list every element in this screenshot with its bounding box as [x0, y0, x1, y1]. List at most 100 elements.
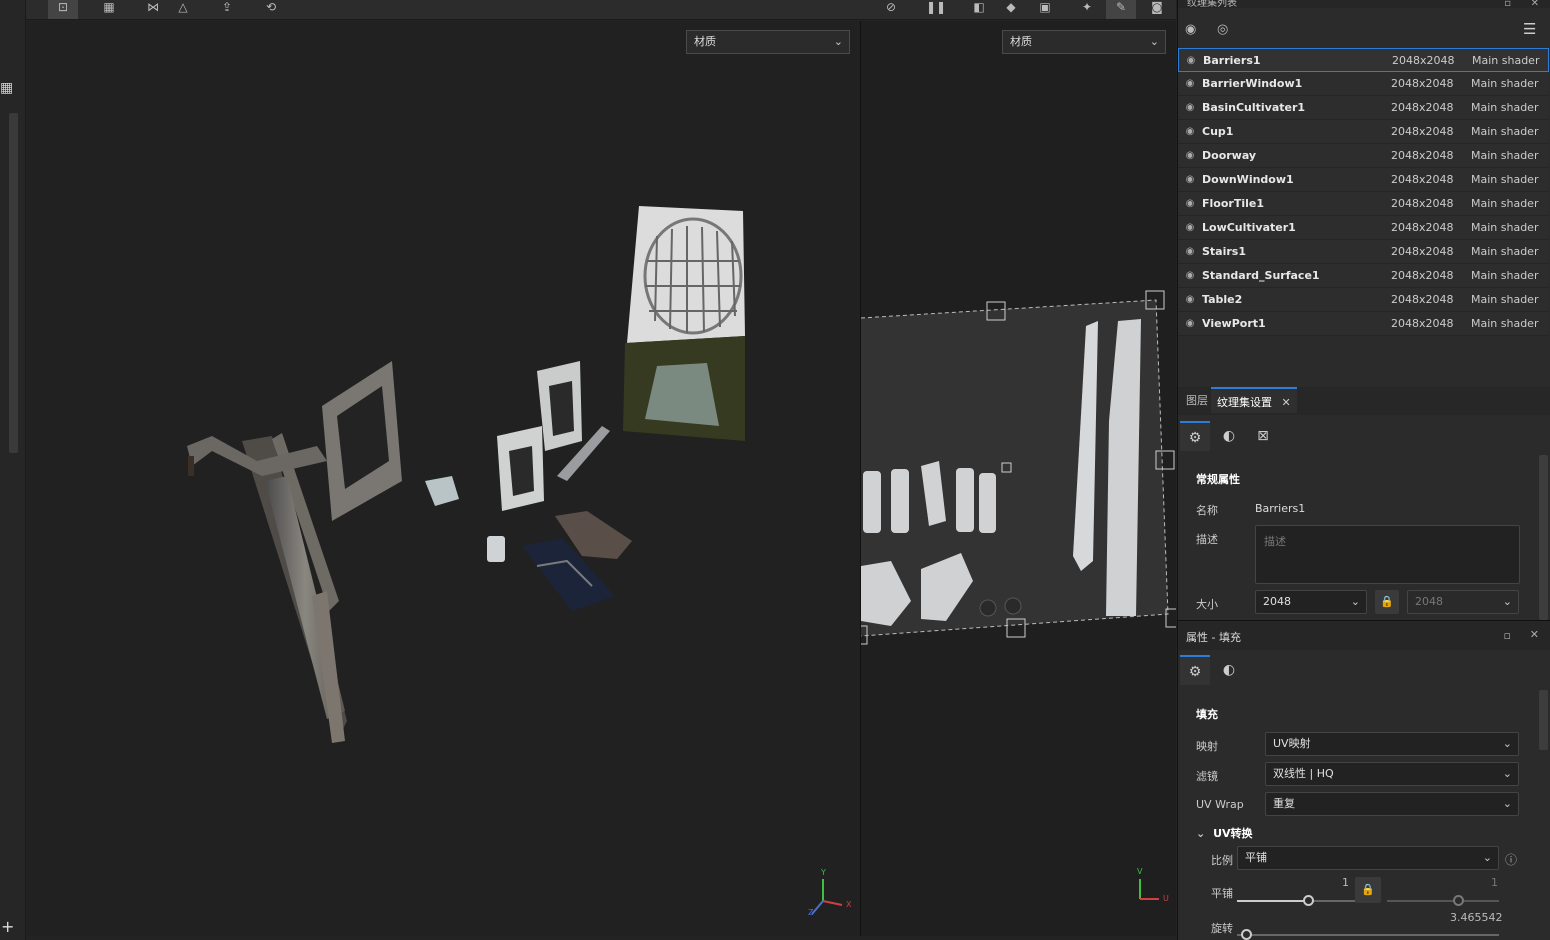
eye-icon[interactable]: ◎ — [1217, 22, 1228, 37]
triangle-icon[interactable]: △ — [168, 0, 198, 19]
eye-icon[interactable]: ◉ — [1183, 317, 1197, 331]
tab-texture-set-settings[interactable]: 纹理集设置 ✕ — [1211, 387, 1297, 413]
tile-slider-handle[interactable] — [1303, 895, 1314, 906]
settings-icon[interactable]: ⚙ — [1180, 655, 1210, 685]
texture-set-shader[interactable]: Main shader — [1472, 49, 1539, 72]
texture-set-row[interactable]: ◉ Cup1 2048x2048 Main shader — [1178, 120, 1549, 144]
texture-set-row[interactable]: ◉ ViewPort1 2048x2048 Main shader — [1178, 312, 1549, 336]
bake-icon[interactable]: ✦ — [1072, 0, 1102, 19]
hide-icon[interactable]: ⊘ — [876, 0, 906, 19]
history-icon[interactable]: ⟲ — [256, 0, 286, 19]
tab-layers[interactable]: 图层 — [1180, 387, 1214, 413]
select-tool-icon[interactable]: ⊡ — [48, 0, 78, 19]
shader-icon[interactable]: ◐ — [1214, 655, 1244, 685]
texture-set-shader[interactable]: Main shader — [1471, 288, 1538, 311]
eye-icon[interactable]: ◉ — [1183, 173, 1197, 187]
eye-icon[interactable]: ◉ — [1183, 245, 1197, 259]
axis-v-label: V — [1137, 867, 1143, 876]
lock-icon[interactable]: 🔒 — [1355, 877, 1381, 903]
chevron-down-icon: ⌄ — [1502, 767, 1512, 780]
texture-set-row[interactable]: ◉ FloorTile1 2048x2048 Main shader — [1178, 192, 1549, 216]
uv-icon[interactable]: ⊠ — [1248, 421, 1278, 451]
texture-set-shader[interactable]: Main shader — [1471, 312, 1538, 335]
properties-title: 属性 - 填充 — [1186, 631, 1241, 644]
rotation-slider-handle[interactable] — [1241, 929, 1252, 940]
viewport-3d[interactable]: 材质 ⌄ Y X Z — [27, 21, 860, 936]
eye-icon[interactable]: ◉ — [1183, 149, 1197, 163]
size-select-value: 2048 — [1263, 595, 1291, 608]
scale-select[interactable]: 平铺 ⌄ — [1237, 846, 1499, 870]
mapping-select[interactable]: UV映射 ⌄ — [1265, 732, 1519, 756]
texture-set-row[interactable]: ◉ Stairs1 2048x2048 Main shader — [1178, 240, 1549, 264]
texture-set-row[interactable]: ◉ Standard_Surface1 2048x2048 Main shader — [1178, 264, 1549, 288]
filter-select[interactable]: 双线性 | HQ ⌄ — [1265, 762, 1519, 786]
screenshot-icon[interactable]: ◙ — [1142, 0, 1172, 19]
eye-icon[interactable]: ◉ — [1184, 54, 1198, 68]
texture-set-row[interactable]: ◉ Table2 2048x2048 Main shader — [1178, 288, 1549, 312]
texture-set-shader[interactable]: Main shader — [1471, 264, 1538, 287]
camera-mode-icon[interactable]: ◧ — [964, 0, 994, 19]
texture-set-row[interactable]: ◉ DownWindow1 2048x2048 Main shader — [1178, 168, 1549, 192]
texture-set-row[interactable]: ◉ BasinCultivater1 2048x2048 Main shader — [1178, 96, 1549, 120]
pause-icon[interactable]: ❚❚ — [921, 0, 951, 19]
export-icon[interactable]: ⇪ — [212, 0, 242, 19]
maximize-icon[interactable]: ▫ — [1504, 629, 1511, 642]
eye-settings-icon[interactable]: ◉ — [1185, 22, 1196, 37]
name-value[interactable]: Barriers1 — [1255, 502, 1305, 515]
close-tab-icon[interactable]: ✕ — [1282, 396, 1291, 409]
rotation-value: 3.465542 — [1450, 911, 1503, 924]
texture-set-size: 2048x2048 — [1392, 54, 1455, 67]
properties-scrollbar[interactable] — [1539, 690, 1548, 750]
uv-transform-header[interactable]: ⌄ UV转换 — [1196, 825, 1253, 841]
rotation-slider-track[interactable] — [1237, 934, 1499, 936]
list-menu-icon[interactable]: ☰ — [1523, 20, 1536, 38]
uvwrap-select-value: 重复 — [1273, 797, 1295, 810]
texture-set-shader[interactable]: Main shader — [1471, 192, 1538, 215]
texture-set-shader[interactable]: Main shader — [1471, 216, 1538, 239]
chevron-down-icon: ⌄ — [1350, 595, 1360, 608]
texture-set-name: BarrierWindow1 — [1202, 77, 1303, 90]
texture-set-shader[interactable]: Main shader — [1471, 72, 1538, 95]
eye-icon[interactable]: ◉ — [1183, 221, 1197, 235]
settings-scrollbar[interactable] — [1539, 455, 1548, 620]
texture-set-shader[interactable]: Main shader — [1471, 240, 1538, 263]
texture-set-row[interactable]: ◉ BarrierWindow1 2048x2048 Main shader — [1178, 72, 1549, 96]
texture-set-shader[interactable]: Main shader — [1471, 168, 1538, 191]
texture-set-size: 2048x2048 — [1391, 293, 1454, 306]
close-icon[interactable]: ✕ — [1530, 628, 1539, 641]
left-scrollbar[interactable] — [9, 113, 18, 453]
shader-icon[interactable]: ◐ — [1214, 421, 1244, 451]
scene-models — [187, 206, 843, 915]
texture-set-shader[interactable]: Main shader — [1471, 120, 1538, 143]
chevron-down-icon: ⌄ — [1502, 737, 1512, 750]
description-field[interactable]: 描述 — [1255, 525, 1520, 584]
eye-icon[interactable]: ◉ — [1183, 77, 1197, 91]
texture-set-shader[interactable]: Main shader — [1471, 96, 1538, 119]
texture-set-shader[interactable]: Main shader — [1471, 144, 1538, 167]
view-mode-icon[interactable]: ▣ — [1030, 0, 1060, 19]
cube-icon[interactable]: ◆ — [996, 0, 1026, 19]
info-icon[interactable]: ⓘ — [1505, 851, 1517, 868]
texture-set-row[interactable]: ◉ Doorway 2048x2048 Main shader — [1178, 144, 1549, 168]
settings-icon[interactable]: ⚙ — [1180, 421, 1210, 451]
properties-header: 属性 - 填充 ▫ ✕ — [1178, 620, 1550, 650]
add-icon[interactable]: + — [1, 918, 15, 936]
eye-icon[interactable]: ◉ — [1183, 293, 1197, 307]
symmetry-icon[interactable]: ⋈ — [138, 0, 168, 19]
eye-icon[interactable]: ◉ — [1183, 269, 1197, 283]
grid-layout-icon[interactable]: ▦ — [94, 0, 124, 19]
size-select[interactable]: 2048 ⌄ — [1255, 590, 1367, 614]
eye-icon[interactable]: ◉ — [1183, 125, 1197, 139]
lock-icon[interactable]: 🔒 — [1375, 590, 1399, 614]
eye-icon[interactable]: ◉ — [1183, 101, 1197, 115]
viewport-2d[interactable]: 材质 ⌄ V U — [861, 21, 1176, 936]
grid-icon[interactable]: ▦ — [0, 80, 13, 96]
eye-icon[interactable]: ◉ — [1183, 197, 1197, 211]
texture-set-row[interactable]: ◉ LowCultivater1 2048x2048 Main shader — [1178, 216, 1549, 240]
texture-set-row[interactable]: ◉ Barriers1 2048x2048 Main shader — [1178, 48, 1549, 72]
maximize-icon[interactable]: ▫ — [1504, 0, 1511, 8]
close-icon[interactable]: ✕ — [1531, 0, 1539, 8]
texture-set-name: Barriers1 — [1203, 54, 1261, 67]
brush-icon[interactable]: ✎ — [1106, 0, 1136, 19]
uvwrap-select[interactable]: 重复 ⌄ — [1265, 792, 1519, 816]
